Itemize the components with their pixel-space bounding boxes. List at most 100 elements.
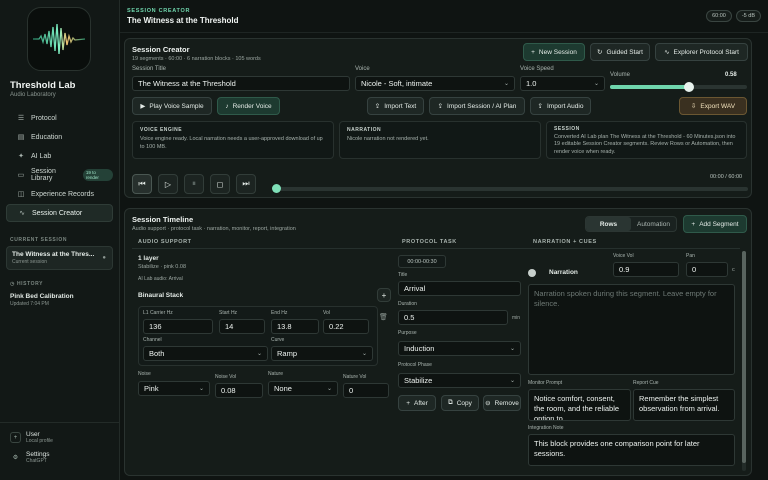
timeline-scrollbar-thumb[interactable] — [742, 251, 746, 463]
pan-label: Pan — [686, 253, 695, 259]
protocol-phase-label: Protocol Phase — [398, 362, 432, 368]
sidebar-item-ai-lab[interactable]: ✦ AI Lab — [6, 147, 113, 165]
app-name: Threshold Lab — [10, 80, 76, 91]
layer-count: 1 layer — [138, 255, 159, 262]
binaural-stack-title: Binaural Stack — [138, 292, 184, 299]
add-after-button[interactable]: + After — [398, 395, 436, 411]
duration-input[interactable]: 0.5 — [398, 310, 508, 325]
settings-button[interactable]: ⚙ Settings ChatGPT — [10, 451, 120, 464]
voice-select[interactable]: Nicole - Soft, intimate ⌄ — [355, 76, 515, 91]
end-hz-input[interactable]: 13.8 — [271, 319, 319, 334]
user-profile-button[interactable]: + User Local profile — [10, 431, 120, 444]
export-wav-button[interactable]: ⇩ Export WAV — [679, 97, 747, 115]
upload-icon: ⇪ — [374, 103, 381, 110]
creator-title: Session Creator — [132, 45, 190, 54]
play-button[interactable]: ▷ — [158, 174, 178, 194]
upload-icon: ⇪ — [437, 103, 444, 110]
play-voice-sample-button[interactable]: ▶ Play Voice Sample — [132, 97, 212, 115]
list-icon: ☰ — [17, 115, 25, 122]
voice-speed-select[interactable]: 1.0 ⌄ — [520, 76, 605, 91]
skip-back-button[interactable]: ⏮ — [132, 174, 152, 194]
noise-label: Noise — [138, 371, 151, 377]
pause-button[interactable]: ⏸ — [184, 174, 204, 194]
narration-toggle[interactable] — [528, 269, 536, 277]
col-protocol-task: PROTOCOL TASK — [402, 239, 457, 245]
sidebar-item-protocol[interactable]: ☰ Protocol — [6, 109, 113, 127]
play-icon: ▶ — [140, 103, 146, 110]
start-hz-input[interactable]: 14 — [219, 319, 265, 334]
nature-select[interactable]: None ⌄ — [268, 381, 338, 396]
copy-segment-button[interactable]: ⧉ Copy — [441, 395, 479, 411]
import-text-button[interactable]: ⇪ Import Text — [367, 97, 424, 115]
session-title-input[interactable]: The Witness at the Threshold — [132, 76, 350, 91]
history-icon: ◷ — [10, 281, 17, 287]
chevron-down-icon: ⌄ — [361, 351, 367, 357]
vol-input[interactable]: 0.22 — [323, 319, 369, 334]
voice-vol-input[interactable]: 0.9 — [613, 262, 679, 277]
current-session-card[interactable]: The Witness at the Thres... Current sess… — [6, 246, 113, 270]
plus-icon: + — [406, 399, 411, 407]
history-header: ◷ HISTORY — [10, 281, 44, 287]
scrubber-handle[interactable] — [272, 184, 281, 193]
task-title-label: Title — [398, 272, 408, 278]
new-session-button[interactable]: + New Session — [523, 43, 585, 61]
pan-input[interactable]: 0 — [686, 262, 728, 277]
download-icon: ⇩ — [690, 103, 697, 110]
sidebar-item-session-library[interactable]: ▭ Session Library 19 to render — [6, 166, 113, 184]
channel-label: Channel — [143, 337, 162, 343]
creator-summary: 19 segments · 60:00 · 6 narration blocks… — [132, 56, 261, 62]
narration-textarea[interactable]: Narration spoken during this segment. Le… — [528, 284, 735, 375]
import-audio-button[interactable]: ⇪ Import Audio — [530, 97, 591, 115]
pause-icon: ⏸ — [192, 179, 196, 188]
volume-slider[interactable] — [610, 82, 747, 92]
render-voice-button[interactable]: ♪ Render Voice — [217, 97, 280, 115]
task-title-input[interactable]: Arrival — [398, 281, 521, 296]
add-layer-button[interactable]: + — [377, 288, 391, 302]
wave-icon: ∿ — [19, 210, 25, 217]
report-cue-textarea[interactable]: Remember the simplest observation from a… — [633, 389, 735, 421]
import-session-button[interactable]: ⇪ Import Session / AI Plan — [429, 97, 525, 115]
play-icon: ▷ — [164, 179, 172, 189]
guided-start-button[interactable]: ↻ Guided Start — [590, 43, 650, 61]
microphone-icon: ● — [102, 255, 106, 261]
channel-select[interactable]: Both ⌄ — [143, 346, 268, 361]
protocol-phase-select[interactable]: Stabilize ⌄ — [398, 373, 521, 388]
sidebar-item-education[interactable]: ▤ Education — [6, 128, 113, 146]
tab-rows[interactable]: Rows — [586, 217, 631, 231]
carrier-label: L1 Carrier Hz — [143, 310, 173, 316]
session-timeline-card: Session Timeline Audio support · protoco… — [124, 208, 752, 476]
monitor-prompt-textarea[interactable]: Notice comfort, consent, the room, and t… — [528, 389, 631, 421]
remove-segment-button[interactable]: ⊖ Remove — [483, 395, 521, 411]
voice-engine-panel: VOICE ENGINE Voice engine ready. Local n… — [132, 121, 334, 159]
transport-scrubber[interactable] — [272, 184, 748, 193]
tab-automation[interactable]: Automation — [631, 217, 676, 231]
session-title-label: Session Title — [132, 66, 167, 72]
carrier-hz-input[interactable]: 136 — [143, 319, 213, 334]
purpose-select[interactable]: Induction ⌄ — [398, 341, 521, 356]
noise-select[interactable]: Pink ⌄ — [138, 381, 210, 396]
sidebar-item-experience-records[interactable]: ◫ Experience Records — [6, 185, 113, 203]
trash-icon[interactable]: 🗑 — [379, 313, 388, 321]
stop-button[interactable]: ◻ — [210, 174, 230, 194]
gear-icon: ⚙ — [12, 455, 19, 461]
book-icon: ▤ — [17, 134, 25, 141]
current-session-title: The Witness at the Thres... — [12, 251, 95, 258]
curve-select[interactable]: Ramp ⌄ — [271, 346, 373, 361]
sidebar-footer: + User Local profile ⚙ Settings ChatGPT — [0, 422, 120, 480]
page-title: The Witness at the Threshold — [127, 15, 239, 25]
sidebar-item-session-creator[interactable]: ∿ Session Creator — [6, 204, 113, 222]
history-item[interactable]: Pink Bed Calibration Updated 7:04 PM — [10, 293, 119, 307]
plus-icon: + — [381, 290, 387, 300]
monitor-prompt-label: Monitor Prompt — [528, 380, 563, 386]
col-narration-cues: NARRATION + CUES — [533, 239, 597, 245]
add-segment-button[interactable]: + Add Segment — [683, 215, 747, 233]
volume-slider-knob[interactable] — [684, 82, 695, 92]
nature-vol-input[interactable]: 0 — [343, 383, 389, 398]
skip-forward-button[interactable]: ⏭ — [236, 174, 256, 194]
integration-note-textarea[interactable]: This block provides one comparison point… — [528, 434, 735, 466]
session-status-panel: SESSION Converted AI Lab plan The Witnes… — [546, 121, 747, 159]
explorer-protocol-start-button[interactable]: ∿ Explorer Protocol Start — [655, 43, 748, 61]
app-logo — [27, 7, 91, 71]
chevron-down-icon: ⌄ — [509, 378, 515, 384]
noise-vol-input[interactable]: 0.08 — [215, 383, 263, 398]
